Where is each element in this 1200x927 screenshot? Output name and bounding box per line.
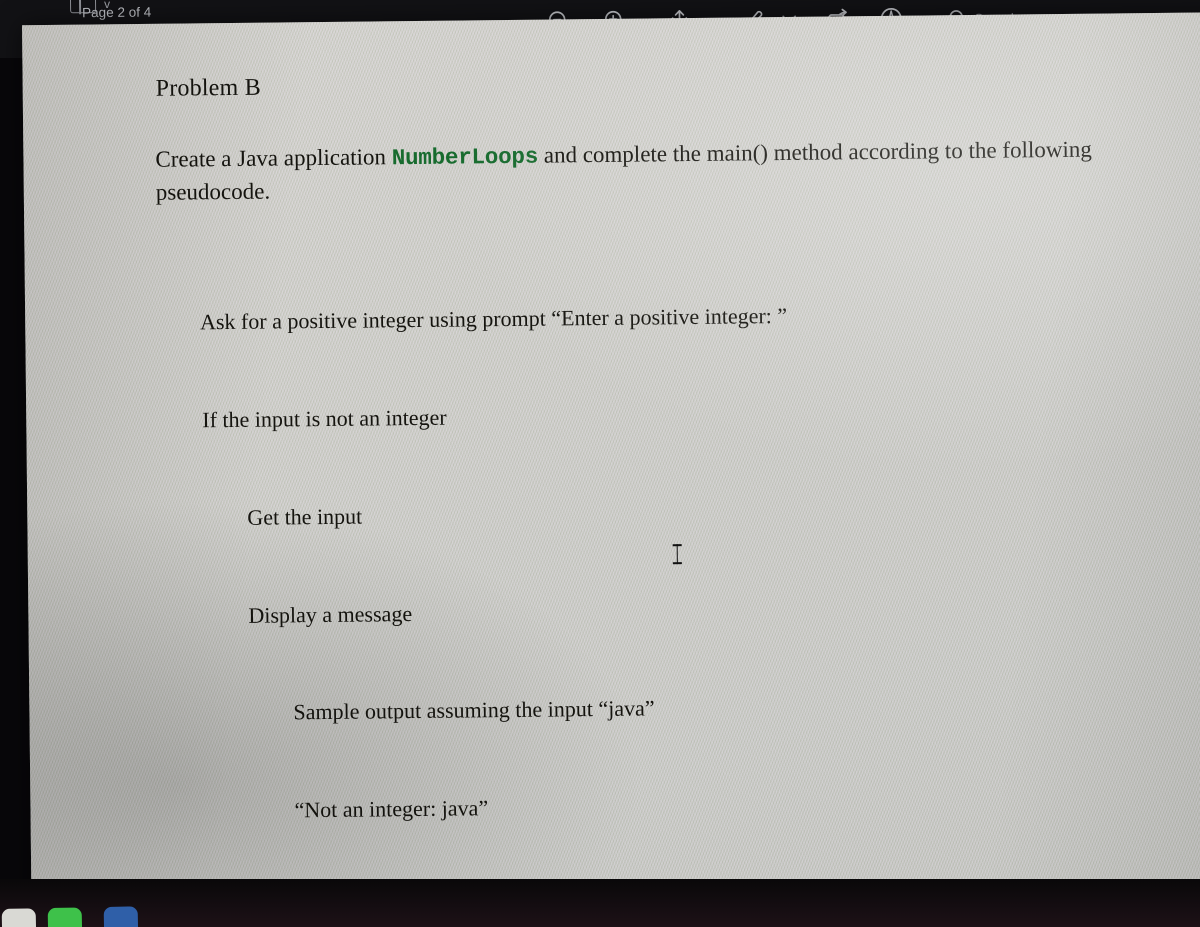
page-title: Problem B bbox=[155, 74, 261, 102]
desk-background bbox=[0, 879, 1200, 927]
screen-photo: v HomeworkB.pdf Page 2 of 4 bbox=[0, 0, 1200, 927]
pseudocode-line: “Not an integer: java” bbox=[162, 795, 489, 824]
dock[interactable] bbox=[0, 889, 420, 927]
dock-icon-3[interactable] bbox=[103, 906, 139, 927]
pdf-page: Problem B Create a Java application Numb… bbox=[22, 12, 1200, 921]
page-indicator: Page 2 of 4 bbox=[82, 4, 152, 21]
dock-icon-2[interactable] bbox=[47, 907, 83, 927]
intro-paragraph: Create a Java application NumberLoops an… bbox=[155, 133, 1156, 209]
pseudocode-line: Display a message bbox=[160, 600, 413, 629]
pseudocode-line: Sample output assuming the input “java” bbox=[161, 695, 655, 727]
pseudocode-line: Ask for a positive integer using prompt … bbox=[157, 303, 788, 335]
text-cursor bbox=[673, 544, 682, 565]
class-name-code: NumberLoops bbox=[391, 143, 539, 172]
dock-icon-1[interactable] bbox=[1, 908, 37, 927]
pseudocode-line: Get the input bbox=[159, 503, 363, 531]
pseudocode-line: If the input is not an integer bbox=[158, 404, 447, 433]
intro-before-code: Create a Java application bbox=[155, 144, 392, 172]
pseudocode-block: Ask for a positive integer using prompt … bbox=[156, 230, 1200, 927]
document-viewport[interactable]: Problem B Create a Java application Numb… bbox=[0, 12, 1200, 923]
